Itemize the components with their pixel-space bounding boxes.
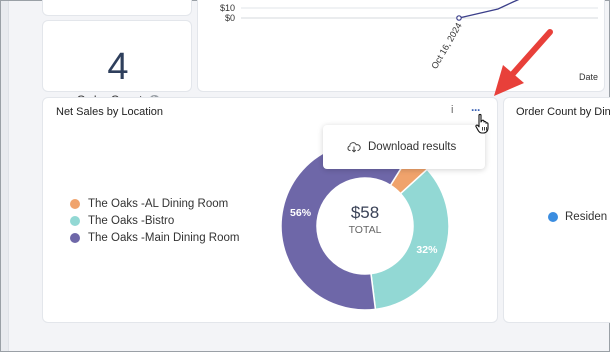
legend-label: The Oaks -Bistro bbox=[88, 214, 175, 227]
donut-slice-1[interactable] bbox=[370, 168, 450, 311]
legend-label: Residen bbox=[565, 211, 608, 223]
order-count-card: 4 Order Count i bbox=[42, 20, 192, 107]
legend-swatch bbox=[548, 212, 558, 222]
legend-item-main-dining[interactable]: The Oaks -Main Dining Room bbox=[70, 229, 239, 246]
legend-swatch bbox=[70, 215, 80, 226]
info-button[interactable]: i bbox=[451, 104, 453, 116]
hand-pointer-icon bbox=[475, 113, 489, 134]
legend-swatch bbox=[70, 198, 80, 209]
legend-item-al-dining[interactable]: The Oaks -AL Dining Room bbox=[70, 195, 239, 212]
download-menu: Download results bbox=[323, 125, 485, 169]
download-results-item[interactable]: Download results bbox=[368, 141, 456, 153]
legend-item-bistro[interactable]: The Oaks -Bistro bbox=[70, 212, 239, 229]
order-count-dining-card bbox=[503, 97, 610, 323]
series-point[interactable] bbox=[456, 15, 462, 21]
net-sales-legend: The Oaks -AL Dining Room The Oaks -Bistr… bbox=[70, 195, 239, 246]
legend-label: The Oaks -Main Dining Room bbox=[88, 231, 240, 244]
legend-item-resident[interactable]: Residen bbox=[548, 211, 607, 223]
donut-center-value: $58 bbox=[351, 203, 379, 222]
x-tick-date: Oct 16, 2024 bbox=[429, 21, 463, 71]
order-count-dining-title: Order Count by Din bbox=[516, 106, 610, 118]
donut-slice-label-2: 56% bbox=[290, 207, 312, 219]
donut-center-label: TOTAL bbox=[349, 224, 382, 236]
y-tick-0: $0 bbox=[225, 13, 235, 23]
order-count-value: 4 bbox=[107, 46, 129, 88]
x-axis-title: Date bbox=[579, 72, 598, 82]
y-tick-10: $10 bbox=[220, 3, 235, 13]
legend-swatch bbox=[70, 232, 80, 243]
cloud-download-icon bbox=[347, 142, 361, 153]
annotation-arrow bbox=[494, 29, 553, 96]
card-top-left bbox=[42, 0, 192, 16]
donut-slice-label-1: 32% bbox=[416, 244, 438, 256]
series-line bbox=[458, 0, 520, 19]
left-gutter bbox=[1, 1, 9, 351]
net-sales-title: Net Sales by Location bbox=[56, 106, 164, 118]
legend-label: The Oaks -AL Dining Room bbox=[88, 197, 229, 210]
